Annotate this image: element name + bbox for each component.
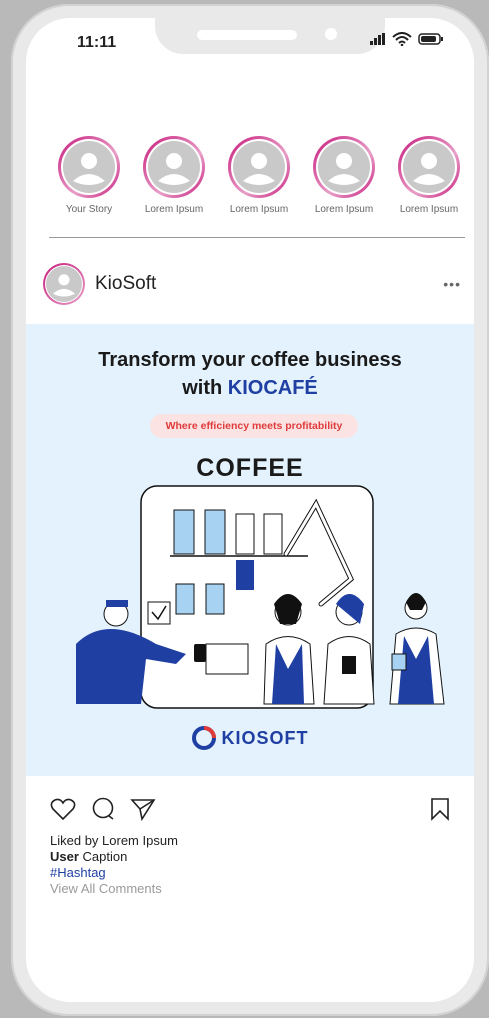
coffee-label: COFFEE [196, 454, 304, 482]
post-username[interactable]: KioSoft [95, 273, 443, 295]
caption-block: Liked by Lorem Ipsum User Caption #Hasht… [50, 833, 178, 897]
post-actions [50, 795, 450, 823]
story-ring [313, 136, 375, 198]
phone-frame: 11:11 Your Story Lorem Ipsum Lorem Ipsum… [11, 4, 489, 1016]
post-headline: Transform your coffee business with KIOC… [26, 346, 474, 402]
post-avatar[interactable] [43, 263, 85, 305]
likes-text[interactable]: Liked by Lorem Ipsum [50, 833, 178, 849]
avatar-icon [233, 141, 285, 193]
kiosoft-logo: KIOSOFT [26, 726, 474, 750]
view-comments-link[interactable]: View All Comments [50, 881, 178, 897]
more-options-icon[interactable]: ••• [443, 276, 461, 292]
avatar-icon [318, 141, 370, 193]
story-item[interactable]: Your Story [49, 136, 129, 215]
stories-row: Your Story Lorem Ipsum Lorem Ipsum Lorem… [49, 136, 469, 215]
tagline-badge: Where efficiency meets profitability [150, 414, 358, 438]
post-header: KioSoft ••• [43, 262, 461, 306]
story-item[interactable]: Lorem Ipsum [389, 136, 469, 215]
speaker [197, 30, 297, 40]
caption-user[interactable]: User [50, 849, 79, 864]
battery-icon [418, 33, 443, 45]
bookmark-icon[interactable] [430, 797, 450, 821]
story-label: Lorem Ipsum [399, 204, 459, 215]
story-ring [58, 136, 120, 198]
headline-brand: KIOCAFÉ [227, 377, 318, 399]
notch [155, 18, 385, 54]
kiosoft-logo-icon [191, 726, 216, 750]
story-label: Lorem Ipsum [144, 204, 204, 215]
signal-icon [370, 33, 385, 45]
headline-prefix: with [182, 377, 228, 399]
story-ring [228, 136, 290, 198]
stories-divider [49, 237, 465, 238]
send-icon[interactable] [130, 797, 156, 821]
caption-text: Caption [78, 849, 128, 864]
story-item[interactable]: Lorem Ipsum [219, 136, 299, 215]
coffee-illustration [76, 485, 445, 709]
story-ring [398, 136, 460, 198]
story-item[interactable]: Lorem Ipsum [304, 136, 384, 215]
phone-screen: 11:11 Your Story Lorem Ipsum Lorem Ipsum… [26, 18, 474, 1002]
avatar-icon [63, 141, 115, 193]
avatar-icon [46, 266, 82, 302]
post-image[interactable]: Transform your coffee business with KIOC… [26, 324, 474, 776]
headline-line2: with KIOCAFÉ [26, 374, 474, 402]
avatar-icon [148, 141, 200, 193]
logo-text: KIOSOFT [221, 727, 309, 748]
avatar-icon [403, 141, 455, 193]
caption: User Caption [50, 849, 178, 865]
story-label: Lorem Ipsum [314, 204, 374, 215]
story-label: Your Story [65, 204, 113, 215]
wifi-icon [392, 32, 412, 46]
story-item[interactable]: Lorem Ipsum [134, 136, 214, 215]
hashtag-link[interactable]: #Hashtag [50, 865, 178, 881]
status-time: 11:11 [77, 34, 117, 51]
story-ring [143, 136, 205, 198]
camera [325, 28, 337, 40]
story-label: Lorem Ipsum [229, 204, 289, 215]
heart-icon[interactable] [50, 797, 76, 821]
comment-icon[interactable] [90, 797, 116, 821]
status-icons [370, 32, 444, 46]
headline-line1: Transform your coffee business [98, 349, 402, 371]
